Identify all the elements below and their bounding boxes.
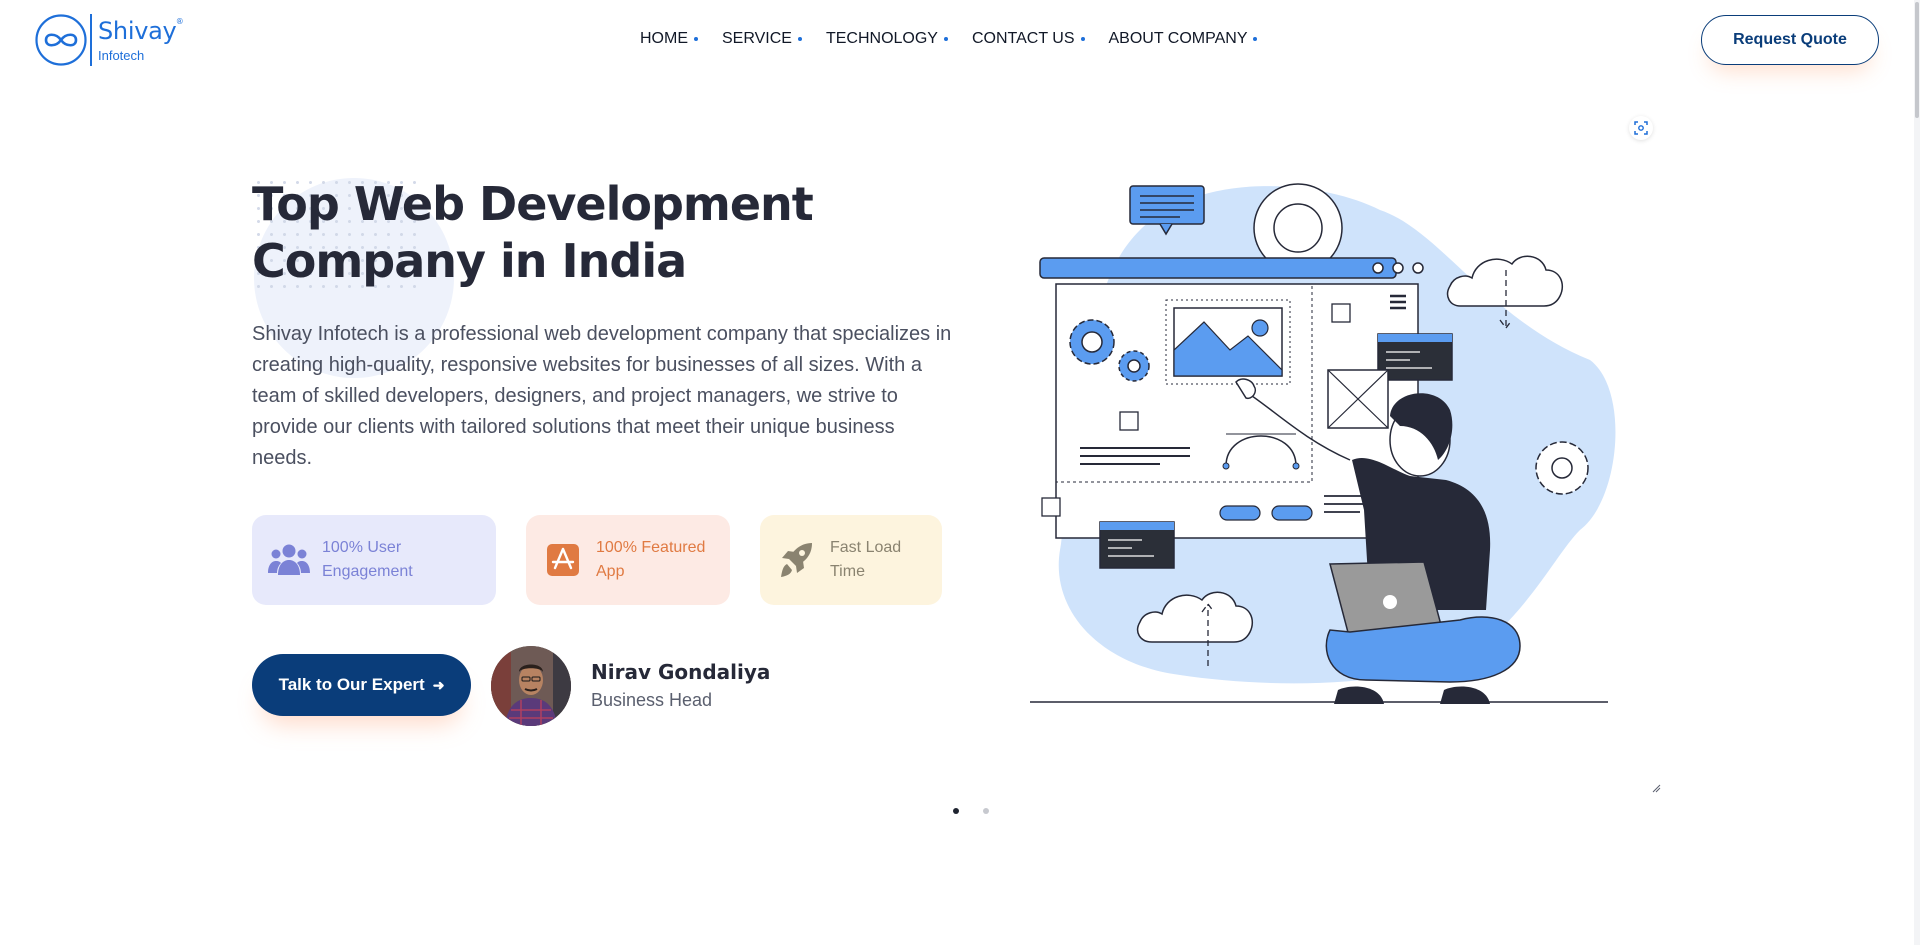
site-logo[interactable]: Shivay ® Infotech: [34, 13, 184, 67]
hero-title-line-1: Top Web Development: [252, 177, 814, 231]
feature-cards: 100% User Engagement 100% Featured App Fas…: [252, 515, 972, 605]
app-store-icon: [540, 540, 586, 580]
nav-item-technology[interactable]: TECHNOLOGY: [826, 30, 948, 48]
nav-label: TECHNOLOGY: [825, 30, 938, 47]
nav-dot-icon: [797, 37, 802, 41]
site-header: Shivay ® Infotech HOME SERVICE TECHNOLOGY…: [0, 0, 1920, 80]
infinity-logo-icon: [35, 14, 87, 66]
feature-card-fast-load: Fast Load Time: [760, 515, 942, 605]
feature-label: 100% User Engagement: [322, 539, 413, 580]
carousel-dot-2[interactable]: [983, 808, 989, 814]
nav-label: ABOUT COMPANY: [1108, 30, 1248, 47]
nav-label: SERVICE: [722, 30, 792, 47]
nav-label: CONTACT US: [971, 30, 1075, 47]
contact-name: Nirav Gondaliya: [591, 660, 771, 684]
nav-item-home[interactable]: HOME: [640, 30, 698, 48]
web-development-illustration: [1030, 183, 1616, 704]
scrollbar-thumb[interactable]: [1915, 2, 1919, 118]
feature-label: Fast Load Time: [830, 539, 902, 580]
hero-title-line-2: Company in India: [252, 234, 687, 288]
arrow-right-icon: ➜: [432, 676, 445, 693]
hero-description: Shivay Infotech is a professional web de…: [252, 323, 952, 469]
feature-card-user-engagement: 100% User Engagement: [252, 515, 496, 605]
logo-wordmark: Shivay ® Infotech: [98, 16, 184, 63]
brand-name: Shivay ®: [98, 16, 184, 45]
request-quote-button[interactable]: Request Quote: [1701, 15, 1879, 65]
nav-dot-icon: [694, 37, 698, 41]
logo-divider: [90, 14, 92, 66]
carousel-dot-1[interactable]: [953, 808, 959, 814]
feature-label: 100% Featured App: [596, 539, 706, 580]
talk-to-expert-button[interactable]: Talk to Our Expert ➜: [252, 654, 471, 716]
gear-icon-blue-small: [1118, 350, 1150, 382]
carousel-pagination: [953, 808, 989, 814]
focus-target-icon[interactable]: [1629, 116, 1653, 140]
rocket-icon: [774, 540, 820, 580]
users-icon: [266, 540, 312, 580]
nav-dot-icon: [943, 37, 948, 41]
contact-avatar: [491, 646, 571, 726]
trademark-mark: ®: [175, 16, 184, 26]
browser-bar: [1039, 257, 1397, 279]
brand-subtitle: Infotech: [98, 47, 145, 63]
nav-label: HOME: [640, 30, 688, 47]
contact-role: Business Head: [591, 690, 713, 710]
nav-item-service[interactable]: SERVICE: [722, 30, 802, 48]
gear-icon-blue: [1069, 319, 1115, 365]
main-nav: HOME SERVICE TECHNOLOGY CONTACT US ABOUT…: [640, 30, 1281, 48]
resize-handle-icon[interactable]: [1652, 784, 1661, 793]
feature-card-featured-app: 100% Featured App: [526, 515, 730, 605]
page-scrollbar[interactable]: [1914, 0, 1920, 945]
nav-item-contact-us[interactable]: CONTACT US: [972, 30, 1085, 48]
hero-title: Top Web Development Company in India: [252, 176, 892, 290]
talk-to-expert-label: Talk to Our Expert: [278, 675, 425, 694]
nav-dot-icon: [1080, 37, 1085, 41]
person-photo-icon: [491, 646, 571, 726]
nav-item-about-company[interactable]: ABOUT COMPANY: [1109, 30, 1258, 48]
nav-dot-icon: [1253, 37, 1258, 41]
gear-icon-right: [1535, 441, 1589, 495]
